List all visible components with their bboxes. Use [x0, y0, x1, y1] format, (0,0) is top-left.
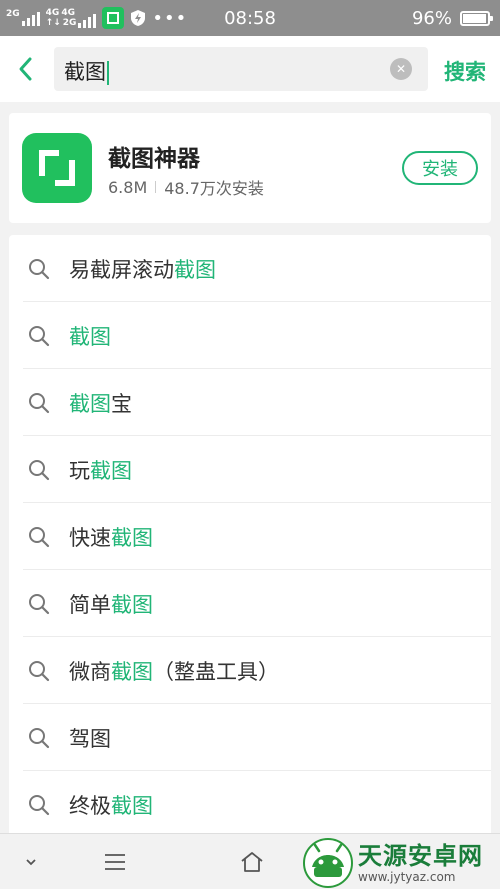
search-icon: [29, 259, 50, 280]
search-icon: [29, 594, 50, 615]
suggestion-item[interactable]: 微商截图（整蛊工具）: [9, 637, 491, 704]
meta-divider: [155, 181, 157, 193]
app-install-count: 48.7万次安装: [164, 179, 264, 198]
nav-collapse-button[interactable]: [15, 846, 47, 878]
search-query-text: 截图: [64, 56, 109, 86]
suggestion-text: 易截屏滚动截图: [69, 254, 216, 284]
app-size: 6.8M: [108, 177, 148, 197]
suggestion-list: 易截屏滚动截图 截图 截图宝 玩截图 快速截图 简单截图 微商截图（整蛊工具） 驾图 终极截图: [9, 235, 491, 835]
suggestion-text: 快速截图: [69, 522, 153, 552]
search-icon: [29, 393, 50, 414]
suggestion-item[interactable]: 终极截图: [9, 771, 491, 835]
search-icon: [29, 661, 50, 682]
search-query-value: 截图: [64, 60, 106, 84]
install-button[interactable]: 安装: [402, 151, 478, 185]
search-icon: [29, 527, 50, 548]
suggestion-highlight: 截图: [174, 257, 216, 282]
suggestion-text: 简单截图: [69, 589, 153, 619]
watermark-text: 天源安卓网 www.jytyaz.com: [358, 842, 483, 884]
suggestion-suffix: 宝: [111, 391, 132, 416]
chevron-left-icon: [19, 57, 32, 81]
search-input[interactable]: 截图 ✕: [54, 47, 428, 91]
suggestion-prefix: 快速: [69, 525, 111, 550]
suggestion-highlight: 截图: [111, 659, 153, 684]
suggestion-highlight: 截图: [90, 458, 132, 483]
watermark-title: 天源安卓网: [358, 841, 483, 870]
menu-icon: [105, 854, 125, 870]
search-icon: [29, 728, 50, 749]
suggestion-prefix: 易截屏滚动: [69, 257, 174, 282]
suggestion-prefix: 简单: [69, 592, 111, 617]
suggestion-highlight: 截图: [111, 592, 153, 617]
app-name: 截图神器: [108, 146, 200, 172]
suggestion-item[interactable]: 易截屏滚动截图: [9, 235, 491, 302]
watermark-logo-icon: [303, 837, 353, 888]
home-icon: [241, 852, 263, 872]
battery-percent: 96%: [411, 8, 452, 29]
suggestion-item[interactable]: 玩截图: [9, 436, 491, 503]
suggestion-text: 微商截图（整蛊工具）: [69, 656, 279, 686]
suggestion-text: 终极截图: [69, 790, 153, 820]
chevron-down-icon: [26, 859, 36, 866]
suggestion-item[interactable]: 截图: [9, 302, 491, 369]
search-icon: [29, 460, 50, 481]
suggestion-suffix: （整蛊工具）: [153, 659, 279, 684]
suggestion-prefix: 微商: [69, 659, 111, 684]
suggestion-item[interactable]: 截图宝: [9, 369, 491, 436]
search-button[interactable]: 搜索: [444, 56, 486, 86]
app-meta: 6.8M 48.7万次安装: [108, 175, 264, 199]
close-icon: ✕: [395, 62, 407, 76]
back-button[interactable]: [10, 54, 40, 84]
watermark: 天源安卓网 www.jytyaz.com: [302, 836, 500, 889]
suggestion-text: 驾图: [69, 723, 111, 753]
status-bar: 2G 4G 4G ↑↓ 2G ••• 08:58 96%: [0, 0, 500, 36]
nav-home-button[interactable]: [236, 846, 268, 878]
app-result-card[interactable]: 截图神器 6.8M 48.7万次安装 安装: [9, 113, 491, 223]
search-icon: [29, 795, 50, 816]
suggestion-prefix: 终极: [69, 793, 111, 818]
suggestion-highlight: 截图: [111, 525, 153, 550]
suggestion-highlight: 截图: [69, 324, 111, 349]
search-header: 截图 ✕ 搜索: [0, 36, 500, 102]
suggestion-highlight: 截图: [69, 391, 111, 416]
suggestion-item[interactable]: 快速截图: [9, 503, 491, 570]
suggestion-text: 玩截图: [69, 455, 132, 485]
battery-icon: [460, 11, 493, 26]
text-caret: [107, 61, 109, 85]
suggestion-text: 截图宝: [69, 388, 132, 418]
watermark-url: www.jytyaz.com: [358, 869, 456, 884]
suggestion-item[interactable]: 驾图: [9, 704, 491, 771]
suggestion-text: 截图: [69, 321, 111, 351]
clear-search-button[interactable]: ✕: [390, 58, 412, 80]
status-right: 96%: [411, 8, 493, 29]
suggestion-prefix: 玩: [69, 458, 90, 483]
search-icon: [29, 326, 50, 347]
app-icon: [22, 133, 92, 203]
suggestion-item[interactable]: 简单截图: [9, 570, 491, 637]
suggestion-prefix: 驾图: [69, 726, 111, 751]
suggestion-highlight: 截图: [111, 793, 153, 818]
nav-menu-button[interactable]: [99, 846, 131, 878]
